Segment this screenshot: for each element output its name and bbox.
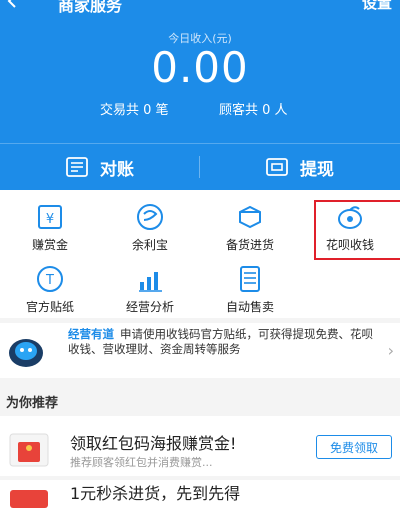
grid-item-label: 备货进货	[225, 238, 274, 252]
grid-item-label: 余利宝	[131, 238, 168, 252]
top-nav-bar: 商家服务 设置	[0, 0, 400, 15]
banner-text: 经营有道 申请使用收钱码官方贴纸，可获得提现免费、花呗收钱、营收理财、资金周转等服…	[68, 327, 378, 357]
settings-link[interactable]: 设置	[362, 0, 392, 13]
vending-icon	[240, 266, 260, 292]
free-claim-button[interactable]: 免费领取	[316, 435, 392, 459]
grid-item-reward[interactable]: ¥ 赚赏金	[0, 190, 100, 252]
bill-icon	[66, 157, 88, 177]
today-income-value: 0.00	[151, 43, 249, 92]
grid-item-vending[interactable]: 自动售卖	[200, 252, 300, 314]
sticker-icon: T	[37, 266, 63, 292]
card-subtitle: 推荐顾客领红包并消费赚赏...	[70, 456, 213, 469]
grid-item-stock[interactable]: 备货进货	[200, 190, 300, 252]
withdraw-button[interactable]: 提现	[200, 144, 400, 190]
reward-voucher-icon: ¥	[38, 205, 62, 229]
robot-logo-icon	[9, 339, 43, 367]
bar-chart-icon	[139, 272, 162, 292]
page-title: 商家服务	[58, 0, 123, 15]
recommend-title: 为你推荐	[6, 396, 59, 411]
grid-item-label: 赚赏金	[31, 238, 68, 252]
grid-item-yulibao[interactable]: 余利宝	[100, 190, 200, 252]
grid-item-label: 官方贴纸	[25, 300, 74, 314]
grid-item-label: 经营分析	[125, 300, 174, 314]
customer-count: 顾客共 0 人	[219, 103, 288, 118]
banner-brand: 经营有道	[68, 327, 114, 341]
flash-sale-icon	[10, 490, 48, 508]
card-icon	[266, 158, 288, 176]
recommend-card[interactable]: 1元秒杀进货，先到先得	[0, 480, 400, 508]
delivery-truck-icon	[239, 205, 261, 229]
card-headline: 1元秒杀进货，先到先得	[70, 484, 241, 503]
reconcile-button[interactable]: 对账	[0, 144, 200, 190]
promo-banner[interactable]: 经营有道 申请使用收钱码官方贴纸，可获得提现免费、花呗收钱、营收理财、资金周转等服…	[0, 323, 400, 378]
grid-item-label: 自动售卖	[225, 300, 274, 314]
recommend-card[interactable]: 领取红包码海报赚赏金! 推荐顾客领红包并消费赚赏... 免费领取	[0, 416, 400, 476]
action-row: 对账 提现	[0, 144, 400, 190]
svg-text:¥: ¥	[46, 212, 54, 227]
red-envelope-icon	[9, 433, 49, 467]
grid-item-sticker[interactable]: T 官方贴纸	[0, 252, 100, 314]
chevron-right-icon[interactable]: ›	[388, 341, 394, 360]
withdraw-label: 提现	[300, 159, 334, 180]
transaction-count: 交易共 0 笔	[100, 103, 169, 118]
highlight-box	[314, 200, 400, 260]
card-headline: 领取红包码海报赚赏金!	[70, 434, 237, 453]
svg-text:T: T	[45, 273, 54, 288]
reconcile-label: 对账	[100, 159, 134, 180]
income-header: 商家服务 设置 今日收入(元) 0.00 交易共 0 笔 顾客共 0 人 对账 …	[0, 0, 400, 190]
yulibao-icon	[137, 204, 163, 230]
grid-item-analysis[interactable]: 经营分析	[100, 252, 200, 314]
back-arrow-icon[interactable]	[6, 0, 20, 8]
